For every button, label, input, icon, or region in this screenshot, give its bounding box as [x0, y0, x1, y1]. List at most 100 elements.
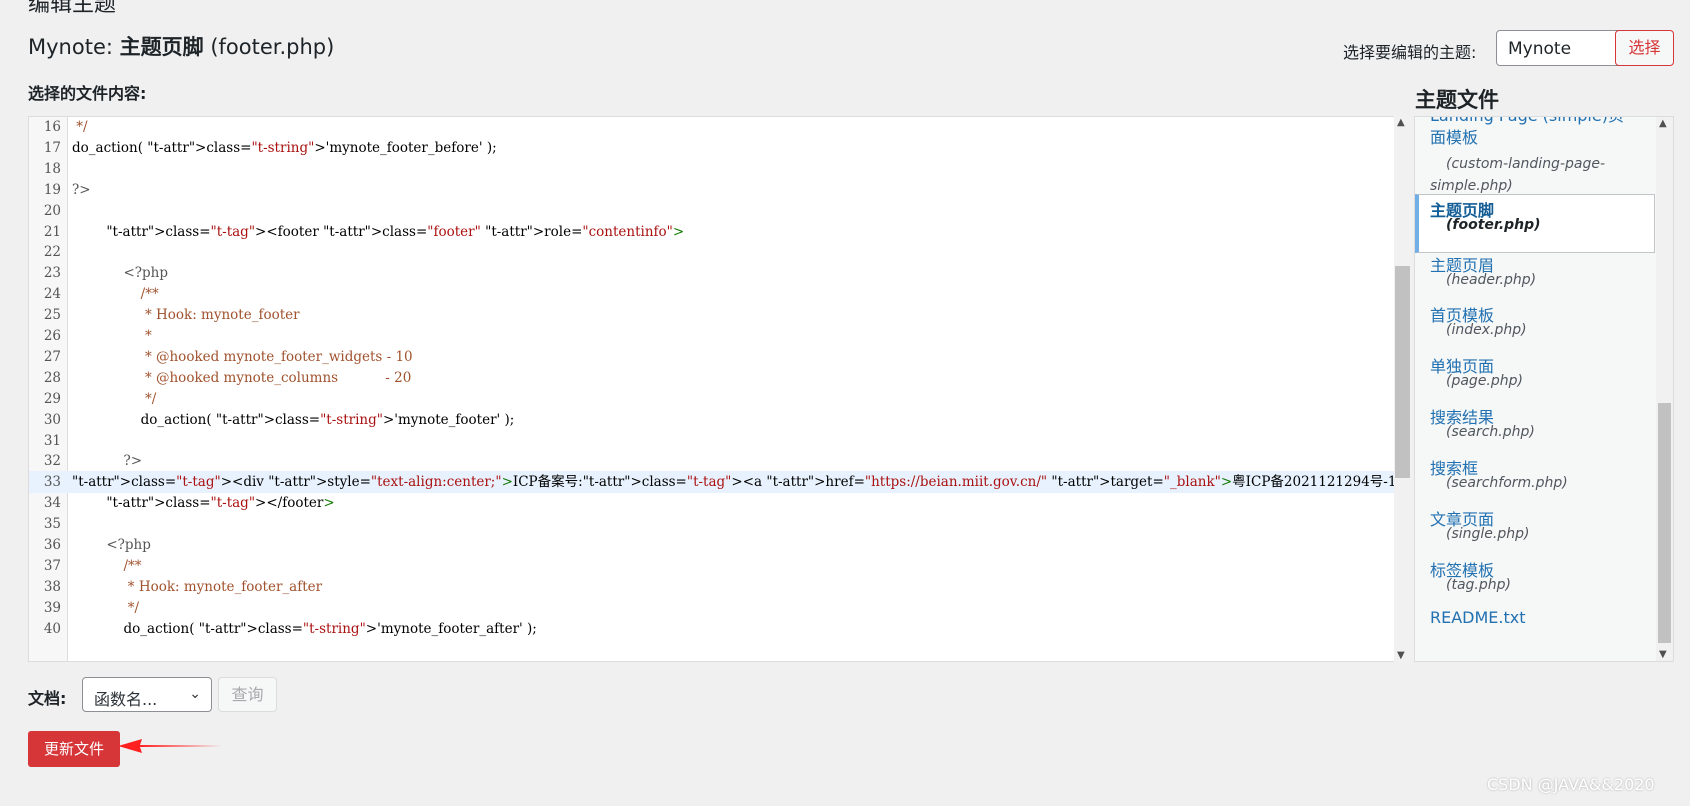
- line-number: 26: [43, 328, 61, 344]
- code-line: 31: [29, 430, 1394, 452]
- code-line: 26 *: [29, 325, 1394, 347]
- code-line: 35: [29, 513, 1394, 535]
- line-number: 21: [43, 223, 61, 240]
- code-text: do_action( "t-attr">class="t-string">'my…: [72, 620, 537, 637]
- line-number: 23: [43, 265, 61, 282]
- theme-file-name: (footer.php): [1446, 217, 1541, 233]
- line-number: 31: [43, 432, 61, 449]
- content-label: 选择的文件内容:: [28, 84, 147, 103]
- theme-files-heading: 主题文件: [1415, 88, 1499, 112]
- code-text: * Hook: mynote_footer_after: [72, 578, 323, 595]
- theme-files-list: Landing Page (simple)页面模板 (custom-landing…: [1414, 116, 1674, 662]
- code-text: <?php: [72, 537, 151, 553]
- code-line: 21 "t-attr">class="t-tag"><footer "t-att…: [29, 221, 1394, 243]
- code-text: */: [72, 119, 88, 135]
- function-name-select[interactable]: 函数名... ⌄: [82, 677, 212, 712]
- code-editor[interactable]: 16 */17 do_action( "t-attr">class="t-stri…: [28, 116, 1411, 662]
- line-number: 33: [43, 474, 61, 491]
- files-scrollbar[interactable]: ▲ ▼: [1656, 117, 1673, 661]
- code-line: 39 */: [29, 597, 1394, 619]
- theme-select-value: Mynote: [1508, 39, 1572, 59]
- code-line: 19 ?>: [29, 179, 1394, 201]
- line-number: 25: [43, 307, 61, 324]
- line-number: 34: [43, 495, 61, 512]
- code-line: 16 */: [29, 117, 1394, 138]
- lookup-button[interactable]: 查询: [218, 677, 277, 712]
- line-number: 36: [43, 537, 61, 553]
- scroll-down-icon[interactable]: ▼: [1397, 650, 1405, 661]
- chevron-down-icon: ⌄: [189, 686, 201, 702]
- file-label: 主题页脚: [119, 35, 204, 59]
- code-line: 40 do_action( "t-attr">class="t-string">…: [29, 618, 1394, 640]
- theme-file-name: (tag.php): [1446, 577, 1511, 593]
- theme-name: Mynote:: [28, 35, 113, 59]
- choose-theme-button[interactable]: 选择: [1615, 30, 1674, 66]
- theme-file-link[interactable]: README.txt: [1430, 608, 1526, 627]
- code-line: 18: [29, 158, 1394, 180]
- code-text: * @hooked mynote_footer_widgets - 10: [72, 348, 413, 365]
- line-number: 27: [43, 348, 61, 365]
- code-line: 36 <?php: [29, 534, 1394, 556]
- code-line: 23 <?php: [29, 262, 1394, 284]
- line-number: 29: [43, 390, 61, 407]
- code-line: 34 "t-attr">class="t-tag"></footer>: [29, 492, 1394, 514]
- code-text: do_action( "t-attr">class="t-string">'my…: [72, 411, 515, 428]
- line-number: 35: [43, 516, 61, 533]
- scroll-down-icon[interactable]: ▼: [1659, 649, 1667, 660]
- line-number: 30: [43, 411, 61, 428]
- select-theme-label: 选择要编辑的主题:: [1343, 43, 1477, 62]
- line-number: 40: [43, 620, 61, 637]
- code-line: 17 do_action( "t-attr">class="t-string">'…: [29, 137, 1394, 159]
- line-number: 24: [43, 286, 61, 303]
- line-number: 22: [43, 244, 61, 261]
- code-text: ?>: [72, 453, 143, 470]
- code-line: 22: [29, 241, 1394, 263]
- code-text: ?>: [72, 181, 91, 198]
- code-line: 37 /**: [29, 555, 1394, 577]
- scroll-up-icon[interactable]: ▲: [1659, 118, 1667, 129]
- line-number: 38: [43, 578, 61, 595]
- theme-file-link[interactable]: Landing Page (simple)页面模板: [1430, 117, 1635, 149]
- code-text: /**: [72, 286, 159, 303]
- code-text: *: [72, 328, 152, 344]
- theme-file-name: (search.php): [1446, 424, 1535, 440]
- theme-file-name: (single.php): [1446, 526, 1530, 542]
- line-number: 16: [43, 119, 61, 135]
- code-text: do_action( "t-attr">class="t-string">'my…: [72, 139, 497, 156]
- code-text: "t-attr">class="t-tag"><div "t-attr">sty…: [72, 474, 1410, 491]
- theme-file-name: (index.php): [1446, 322, 1527, 338]
- file-name: (footer.php): [210, 35, 335, 59]
- scroll-up-icon[interactable]: ▲: [1397, 117, 1405, 128]
- page-title: 编辑主题: [28, 0, 117, 17]
- code-line: 38 * Hook: mynote_footer_after: [29, 576, 1394, 598]
- code-line: 25 * Hook: mynote_footer: [29, 304, 1394, 326]
- code-text: /**: [72, 557, 142, 574]
- editor-scrollbar[interactable]: ▲ ▼: [1394, 116, 1411, 662]
- theme-file-name: (searchform.php): [1446, 475, 1568, 491]
- code-text: * Hook: mynote_footer: [72, 307, 300, 324]
- line-number: 39: [43, 599, 61, 616]
- code-line: 33 "t-attr">class="t-tag"><div "t-attr">s…: [29, 471, 1410, 494]
- code-line: 27 * @hooked mynote_footer_widgets - 10: [29, 346, 1394, 368]
- function-select-value: 函数名...: [94, 690, 158, 709]
- line-number: 20: [43, 202, 61, 219]
- code-text: * @hooked mynote_columns - 20: [72, 369, 412, 386]
- docs-label: 文档:: [28, 689, 67, 708]
- update-file-button[interactable]: 更新文件: [28, 731, 120, 767]
- code-line: 24 /**: [29, 283, 1394, 305]
- code-line: 28 * @hooked mynote_columns - 20: [29, 367, 1394, 389]
- line-number: 32: [43, 453, 61, 470]
- code-line: 32 ?>: [29, 450, 1394, 472]
- files-scroll-thumb[interactable]: [1658, 403, 1671, 643]
- line-number: 18: [43, 160, 61, 177]
- red-arrow-annotation: [118, 739, 222, 753]
- line-number: 17: [43, 139, 61, 156]
- code-line: 30 do_action( "t-attr">class="t-string">…: [29, 409, 1394, 431]
- watermark: CSDN @JAVA&&2020: [1487, 775, 1655, 794]
- editor-scroll-thumb[interactable]: [1395, 266, 1410, 478]
- theme-file-name: (page.php): [1446, 373, 1523, 389]
- code-text: <?php: [72, 265, 169, 282]
- theme-file-name: (custom-landing-page-simple.php): [1430, 156, 1606, 194]
- line-number: 28: [43, 369, 61, 386]
- line-number: 37: [43, 557, 61, 574]
